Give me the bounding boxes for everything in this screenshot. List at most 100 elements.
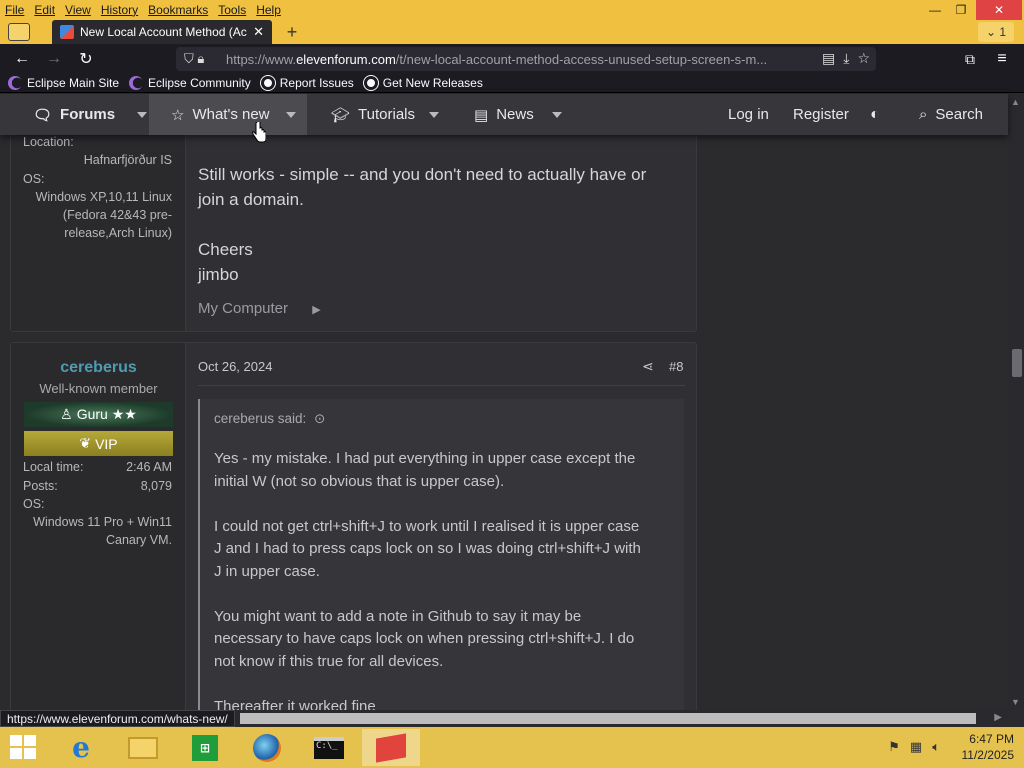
theme-toggle-icon[interactable]: ◐ (870, 94, 880, 135)
chevron-down-icon[interactable] (137, 111, 148, 118)
back-arrow-icon[interactable]: ← (10, 48, 34, 70)
extensions-icon[interactable]: ⧉ (958, 48, 982, 70)
network-icon[interactable]: ▦ (910, 739, 922, 755)
user-icon: ♙ (60, 406, 73, 422)
command-prompt-icon[interactable]: C:\_ (300, 729, 358, 766)
url-bar[interactable]: ⛉ 🔒︎ https://www. elevenforum.com/t/new-l… (176, 47, 876, 71)
my-computer-toggle[interactable]: My Computer ▶ (198, 300, 321, 317)
chevron-down-icon[interactable] (551, 111, 562, 118)
quote-header[interactable]: cereberus said: ⊙ (214, 411, 325, 427)
reload-icon[interactable]: ↻ (74, 48, 98, 70)
github-icon (260, 75, 275, 90)
guru-banner: ♙ Guru ★★ (24, 402, 173, 427)
quote-line: initial W (not so obvious that is upper … (214, 472, 505, 490)
bookmark-label: Eclipse Community (148, 75, 251, 90)
menu-view[interactable]: View (60, 3, 96, 17)
login-link[interactable]: Log in (728, 94, 769, 135)
file-explorer-icon[interactable] (114, 729, 172, 766)
quote-line: Yes - my mistake. I had put everything i… (214, 450, 636, 467)
bookmarks-toolbar: Eclipse Main Site Eclipse Community Repo… (0, 73, 1024, 93)
nav-tutorials[interactable]: 🎓︎ Tutorials (331, 94, 440, 135)
menu-bookmarks[interactable]: Bookmarks (143, 3, 213, 17)
status-link-url: https://www.elevenforum.com/whats-new/ (0, 710, 235, 727)
posts-value: 8,079 (140, 479, 172, 493)
search-label: Search (935, 106, 983, 123)
menu-tools[interactable]: Tools (213, 3, 251, 17)
graduation-cap-icon: 🎓︎ (331, 106, 351, 124)
hand-cursor-icon (252, 122, 266, 143)
nav-news[interactable]: ▤ News (474, 94, 562, 135)
tab-bar: New Local Account Method (Ac ✕ + ⌄ 1 (0, 20, 1024, 44)
chevron-down-icon[interactable] (429, 111, 440, 118)
laurel-icon: ❦ (79, 435, 92, 451)
message-line: join a domain. (198, 190, 304, 209)
post-date[interactable]: Oct 26, 2024 (198, 359, 272, 374)
post-number[interactable]: #8 (669, 359, 683, 374)
tab-list-icon[interactable] (8, 23, 30, 41)
reader-view-icon[interactable]: ▤ (822, 50, 835, 67)
scroll-up-icon[interactable]: ▲ (1011, 97, 1020, 107)
nav-whats-new[interactable]: ☆ What's new (149, 94, 307, 135)
flag-icon[interactable]: ⚑ (888, 739, 900, 755)
message-line: jimbo (198, 265, 239, 284)
clock[interactable]: 6:47 PM 11/2/2025 (962, 731, 1015, 763)
eclipse-icon (129, 75, 144, 90)
tab-close-icon[interactable]: ✕ (253, 24, 264, 40)
message-body: Still works - simple -- and you don't ne… (198, 162, 646, 287)
bookmark-get-new-releases[interactable]: Get New Releases (363, 75, 483, 90)
tab-active[interactable]: New Local Account Method (Ac ✕ (52, 20, 272, 44)
share-icon[interactable]: ⋖ (642, 358, 654, 375)
nav-tutorials-label: Tutorials (358, 106, 416, 123)
os-value-line: Windows XP,10,11 Linux (35, 190, 172, 204)
forward-arrow-icon[interactable]: → (42, 48, 66, 70)
tab-count-button[interactable]: ⌄ 1 (978, 22, 1014, 42)
quote-line: necessary to have caps lock on when pres… (214, 630, 635, 647)
bookmark-report-issues[interactable]: Report Issues (260, 75, 354, 90)
quote-author: cereberus said: (214, 411, 307, 426)
bookmark-star-icon[interactable]: ☆ (857, 50, 870, 67)
search-icon: ⌕ (919, 106, 928, 123)
new-tab-button[interactable]: + (281, 22, 303, 42)
quote-line: J in upper case. (214, 562, 320, 580)
scroll-down-icon[interactable]: ▼ (1011, 697, 1020, 707)
nav-forums-label: Forums (60, 106, 116, 123)
register-link[interactable]: Register (793, 94, 849, 135)
scrollbar-thumb[interactable] (1012, 349, 1022, 377)
search-button[interactable]: ⌕ Search (919, 94, 983, 135)
url-domain: elevenforum.com (296, 51, 396, 67)
chevron-down-icon[interactable] (285, 111, 296, 118)
eclipse-icon (8, 75, 22, 90)
nav-forums[interactable]: 🗨︎ Forums (33, 94, 148, 135)
close-window-button[interactable]: ✕ (976, 0, 1022, 20)
vip-banner-label: VIP (95, 435, 118, 452)
firefox-icon[interactable] (238, 729, 296, 766)
vertical-scrollbar[interactable]: ▲ ▼ (1008, 94, 1024, 710)
shield-lock-icon[interactable]: ⛉ 🔒︎ (184, 51, 204, 67)
menu-history[interactable]: History (96, 3, 143, 17)
quote-text: Yes - my mistake. I had put everything i… (214, 448, 684, 710)
bookmark-eclipse-community[interactable]: Eclipse Community (129, 75, 251, 90)
menu-edit[interactable]: Edit (29, 3, 60, 17)
volume-icon[interactable]: 🔈︎ (932, 739, 940, 755)
windows-start-icon[interactable] (10, 735, 38, 761)
scroll-right-icon[interactable]: ▶ (994, 712, 1002, 723)
username-link[interactable]: cereberus (11, 359, 186, 377)
save-page-icon[interactable]: ⤓ (843, 50, 849, 67)
url-prefix: https://www. (226, 51, 297, 67)
thread-content: Location: Hafnarfjörður IS OS: Windows X… (0, 135, 1008, 710)
os-label: OS: (23, 172, 45, 186)
menu-help[interactable]: Help (251, 3, 286, 17)
menu-file[interactable]: File (0, 3, 29, 17)
newspaper-icon: ▤ (474, 106, 489, 124)
internet-explorer-icon[interactable]: e (52, 729, 110, 766)
url-actions: ▤ ⤓ ☆ (822, 50, 870, 67)
os-value-line: Canary VM. (106, 533, 172, 547)
hamburger-menu-icon[interactable]: ≡ (990, 48, 1014, 70)
post-8: cereberus Well-known member ♙ Guru ★★ ❦ … (10, 342, 697, 710)
store-icon[interactable]: ⊞ (176, 729, 234, 766)
scrollbar-thumb[interactable] (240, 713, 976, 724)
restore-button[interactable]: ❐ (946, 0, 976, 20)
app-icon[interactable] (362, 729, 420, 766)
quote-line: J and I had to press caps lock on so I w… (214, 540, 641, 557)
bookmark-eclipse-main[interactable]: Eclipse Main Site (8, 75, 119, 90)
